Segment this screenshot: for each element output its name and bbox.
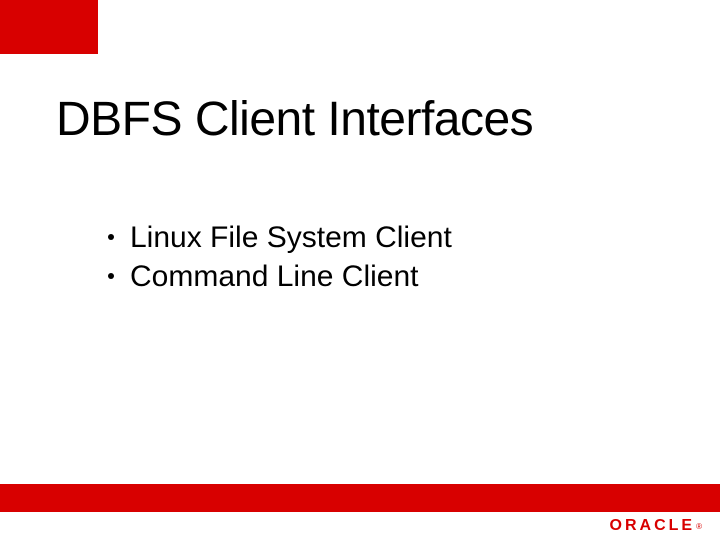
oracle-logo: ORACLE ® xyxy=(610,512,702,540)
list-item: Command Line Client xyxy=(108,257,452,296)
header-accent-block xyxy=(0,0,98,54)
bullet-list: Linux File System Client Command Line Cl… xyxy=(108,218,452,296)
bullet-dot-icon xyxy=(108,234,114,240)
slide-title: DBFS Client Interfaces xyxy=(56,92,533,147)
list-item-text: Linux File System Client xyxy=(130,218,452,257)
registered-mark-icon: ® xyxy=(696,522,702,531)
list-item-text: Command Line Client xyxy=(130,257,418,296)
list-item: Linux File System Client xyxy=(108,218,452,257)
bullet-dot-icon xyxy=(108,273,114,279)
footer-bar xyxy=(0,484,720,512)
logo-text: ORACLE xyxy=(610,517,696,535)
